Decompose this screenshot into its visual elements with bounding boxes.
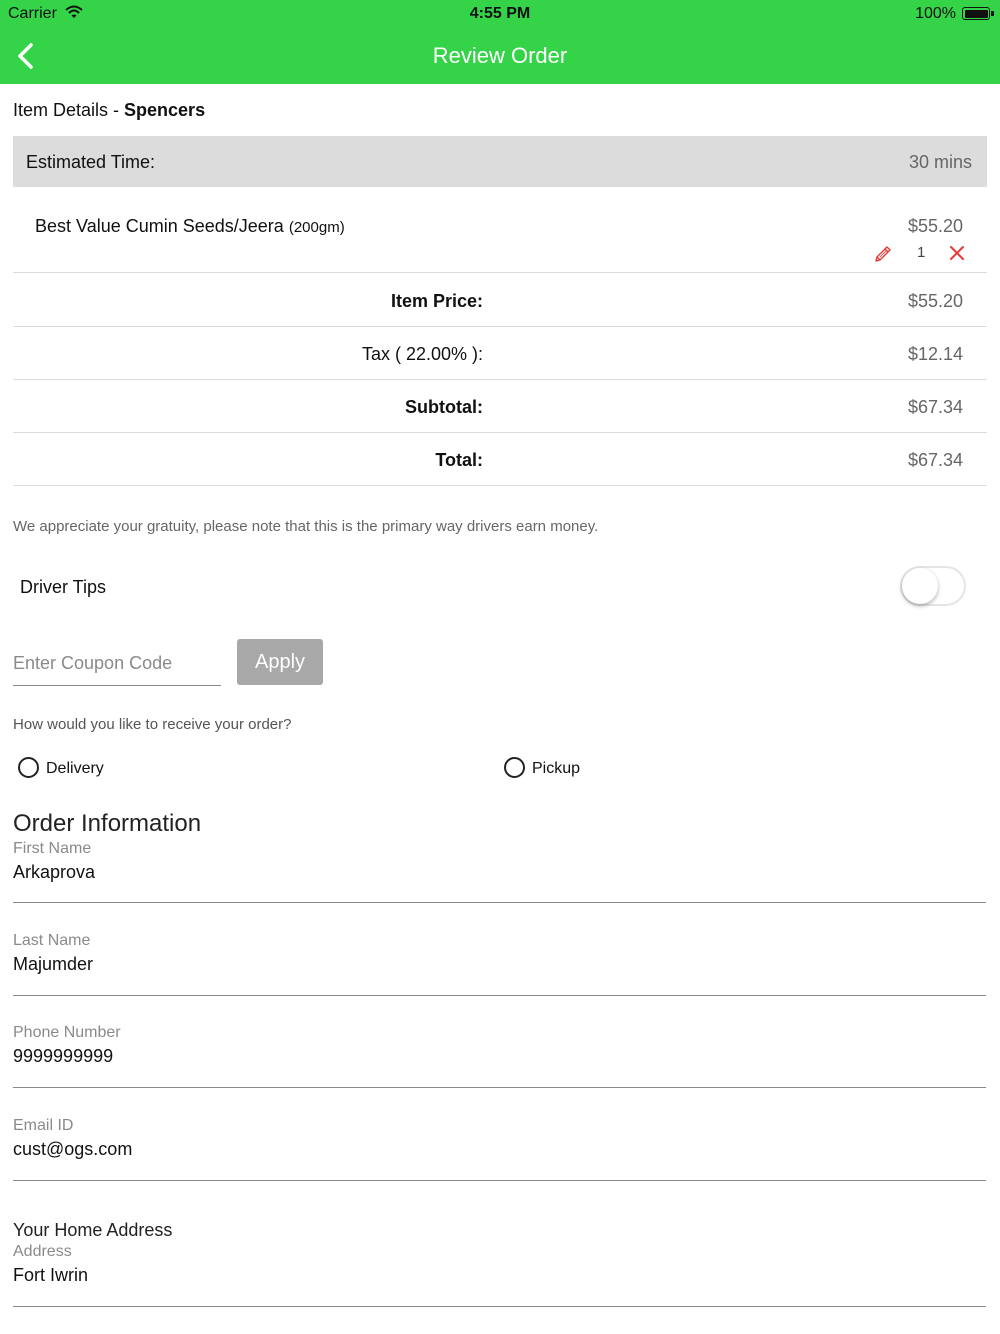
phone-number-field[interactable]: Phone Number 9999999999 <box>13 1022 986 1088</box>
estimated-time-bar: Estimated Time: 30 mins <box>13 136 987 187</box>
cart-item-row: Best Value Cumin Seeds/Jeera (200gm) $55… <box>13 188 987 273</box>
radio-unchecked-icon <box>18 757 39 778</box>
cart-item-name: Best Value Cumin Seeds/Jeera (200gm) <box>35 216 345 237</box>
last-name-field[interactable]: Last Name Majumder <box>13 930 986 996</box>
subtotal-row: Subtotal: $67.34 <box>13 380 987 433</box>
apply-coupon-button[interactable]: Apply <box>237 639 323 685</box>
nav-bar: Review Order <box>0 28 1000 84</box>
last-name-value: Majumder <box>13 954 94 974</box>
tax-label: Tax ( 22.00% ): <box>361 344 483 364</box>
battery-icon <box>962 7 994 20</box>
item-price-value: $55.20 <box>907 291 963 311</box>
email-field[interactable]: Email ID cust@ogs.com <box>13 1115 986 1181</box>
pencil-icon[interactable] <box>873 244 893 264</box>
toggle-knob <box>902 568 938 604</box>
cart-item-size: (200gm) <box>288 219 345 236</box>
phone-number-value: 9999999999 <box>13 1046 114 1066</box>
order-information-heading: Order Information <box>13 810 202 837</box>
status-time: 4:55 PM <box>469 5 531 22</box>
battery-percent: 100% <box>915 5 956 22</box>
delivery-label: Delivery <box>46 760 104 777</box>
subtotal-label: Subtotal: <box>405 397 483 417</box>
email-value: cust@ogs.com <box>13 1139 133 1159</box>
driver-tips-label: Driver Tips <box>20 577 107 597</box>
estimated-time-label: Estimated Time: <box>26 152 156 172</box>
close-icon[interactable] <box>948 244 966 262</box>
first-name-label: First Name <box>13 840 92 857</box>
phone-number-label: Phone Number <box>13 1024 121 1041</box>
item-price-label: Item Price: <box>390 291 483 311</box>
address-value: Fort Iwrin <box>13 1265 89 1285</box>
item-price-row: Item Price: $55.20 <box>13 274 987 327</box>
driver-tips-toggle[interactable] <box>900 566 966 606</box>
coupon-code-input[interactable] <box>13 642 221 686</box>
address-field[interactable]: Address Fort Iwrin <box>13 1242 986 1307</box>
subtotal-value: $67.34 <box>907 397 963 417</box>
home-address-heading: Your Home Address <box>13 1220 173 1240</box>
total-label: Total: <box>435 450 483 470</box>
total-row: Total: $67.34 <box>13 433 987 486</box>
tax-value: $12.14 <box>907 344 963 364</box>
item-details-heading: Item Details - Spencers <box>13 100 205 121</box>
gratuity-note: We appreciate your gratuity, please note… <box>13 518 599 535</box>
page-title: Review Order <box>432 43 568 68</box>
pickup-label: Pickup <box>532 760 581 777</box>
estimated-time-value: 30 mins <box>908 152 972 172</box>
last-name-label: Last Name <box>13 932 91 949</box>
first-name-field[interactable]: First Name Arkaprova <box>13 838 986 903</box>
item-details-prefix: Item Details - <box>13 100 125 120</box>
total-value: $67.34 <box>907 450 963 470</box>
status-bar: Carrier 4:55 PM 100% <box>0 0 1000 28</box>
radio-unchecked-icon <box>504 757 525 778</box>
cart-item-price: $55.20 <box>907 216 963 236</box>
first-name-value: Arkaprova <box>13 862 96 882</box>
receive-method-question: How would you like to receive your order… <box>13 716 292 733</box>
cart-item-title: Best Value Cumin Seeds/Jeera <box>35 216 284 236</box>
cart-item-quantity: 1 <box>917 244 926 261</box>
tax-row: Tax ( 22.00% ): $12.14 <box>13 327 987 380</box>
store-name: Spencers <box>124 100 206 120</box>
email-label: Email ID <box>13 1117 74 1134</box>
address-label: Address <box>13 1243 72 1260</box>
